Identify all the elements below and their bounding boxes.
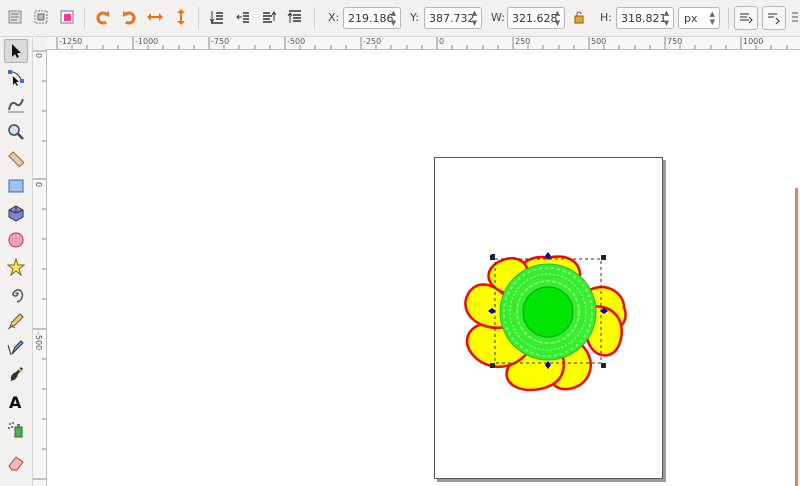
raise-icon[interactable] [258, 6, 280, 28]
h-ruler-label: -1000 [135, 37, 159, 46]
3d-box-tool-icon[interactable] [4, 201, 28, 225]
flower-drawing[interactable] [47, 50, 800, 486]
y-value: 387.732 [429, 12, 475, 25]
x-value: 219.186 [348, 12, 394, 25]
h-ruler-label: 750 [667, 37, 683, 46]
svg-text:A: A [9, 393, 22, 411]
lower-icon[interactable] [232, 6, 254, 28]
rectangle-tool-icon[interactable] [4, 174, 28, 198]
unit-select[interactable]: px ▲ ▼ [678, 7, 720, 29]
h-field[interactable]: 318.821 ▲ ▼ [616, 7, 674, 29]
v-ruler-label: -500 [34, 332, 43, 351]
h-ruler-label: 1000 [743, 37, 764, 46]
flip-horizontal-icon[interactable] [144, 6, 166, 28]
pencil-tool-icon[interactable] [4, 309, 28, 333]
h-ruler-label: -750 [211, 37, 230, 46]
x-label: X: [328, 11, 340, 24]
w-label: W: [491, 11, 505, 24]
tweak-tool-icon[interactable] [4, 93, 28, 117]
toolbox: A [0, 37, 43, 486]
rotate-ccw-icon[interactable] [92, 6, 114, 28]
measure-tool-icon[interactable] [4, 147, 28, 171]
h-ruler-label: -1250 [59, 37, 83, 46]
tool-controls-bar: X: 219.186 ▲ ▼ Y: 387.732 ▲ ▼ W: 321.628 ▲… [0, 0, 800, 37]
y-label: Y: [410, 11, 419, 24]
y-stepper-icon[interactable]: ▲ ▼ [470, 9, 479, 27]
spray-tool-icon[interactable] [4, 417, 28, 441]
y-field[interactable]: 387.732 ▲ ▼ [424, 7, 482, 29]
h-stepper-icon[interactable]: ▲ ▼ [662, 9, 671, 27]
x-stepper-icon[interactable]: ▲ ▼ [389, 9, 398, 27]
scale-stroke-button[interactable] [734, 6, 758, 30]
unit-dropdown-icon: ▲ ▼ [709, 10, 715, 26]
more-options-icon[interactable] [790, 6, 800, 28]
eraser-tool-icon[interactable] [4, 451, 28, 475]
h-ruler-label: -250 [363, 37, 382, 46]
horizontal-ruler[interactable]: -1250 -1000 -750 -500 -250 0 250 500 750… [47, 37, 800, 50]
scale-corners-button[interactable] [762, 6, 786, 30]
x-field[interactable]: 219.186 ▲ ▼ [343, 7, 401, 29]
raise-top-icon[interactable] [284, 6, 306, 28]
spiral-tool-icon[interactable] [4, 282, 28, 306]
vertical-scroll-indicator[interactable] [795, 188, 798, 486]
lock-ratio-icon[interactable] [570, 6, 588, 28]
select-all-layers-icon[interactable] [30, 6, 52, 28]
rotate-cw-icon[interactable] [118, 6, 140, 28]
w-field[interactable]: 321.628 ▲ ▼ [507, 7, 565, 29]
h-ruler-label: 0 [439, 37, 445, 46]
deselect-icon[interactable] [56, 6, 78, 28]
calligraphy-tool-icon[interactable] [4, 363, 28, 387]
h-value: 318.821 [621, 12, 667, 25]
vertical-ruler[interactable]: 0 0 -500 [33, 49, 47, 486]
node-tool-icon[interactable] [4, 66, 28, 90]
ellipse-tool-icon[interactable] [4, 228, 28, 252]
unit-value: px [684, 12, 698, 25]
zoom-tool-icon[interactable] [4, 120, 28, 144]
w-value: 321.628 [512, 12, 558, 25]
select-all-icon[interactable] [4, 6, 26, 28]
h-label: H: [600, 11, 612, 24]
v-ruler-label: 0 [34, 182, 43, 188]
v-ruler-label: 0 [34, 53, 43, 59]
h-ruler-label: -500 [287, 37, 306, 46]
selector-tool-icon[interactable] [4, 39, 28, 63]
flip-vertical-icon[interactable] [170, 6, 192, 28]
pen-tool-icon[interactable] [4, 336, 28, 360]
h-ruler-label: 250 [515, 37, 531, 46]
lower-bottom-icon[interactable] [206, 6, 228, 28]
w-stepper-icon[interactable]: ▲ ▼ [553, 9, 562, 27]
h-ruler-label: 500 [591, 37, 607, 46]
flower-ring [499, 263, 597, 361]
text-tool-icon[interactable]: A [4, 390, 28, 414]
drawing-canvas[interactable] [47, 50, 800, 486]
star-tool-icon[interactable] [4, 255, 28, 279]
